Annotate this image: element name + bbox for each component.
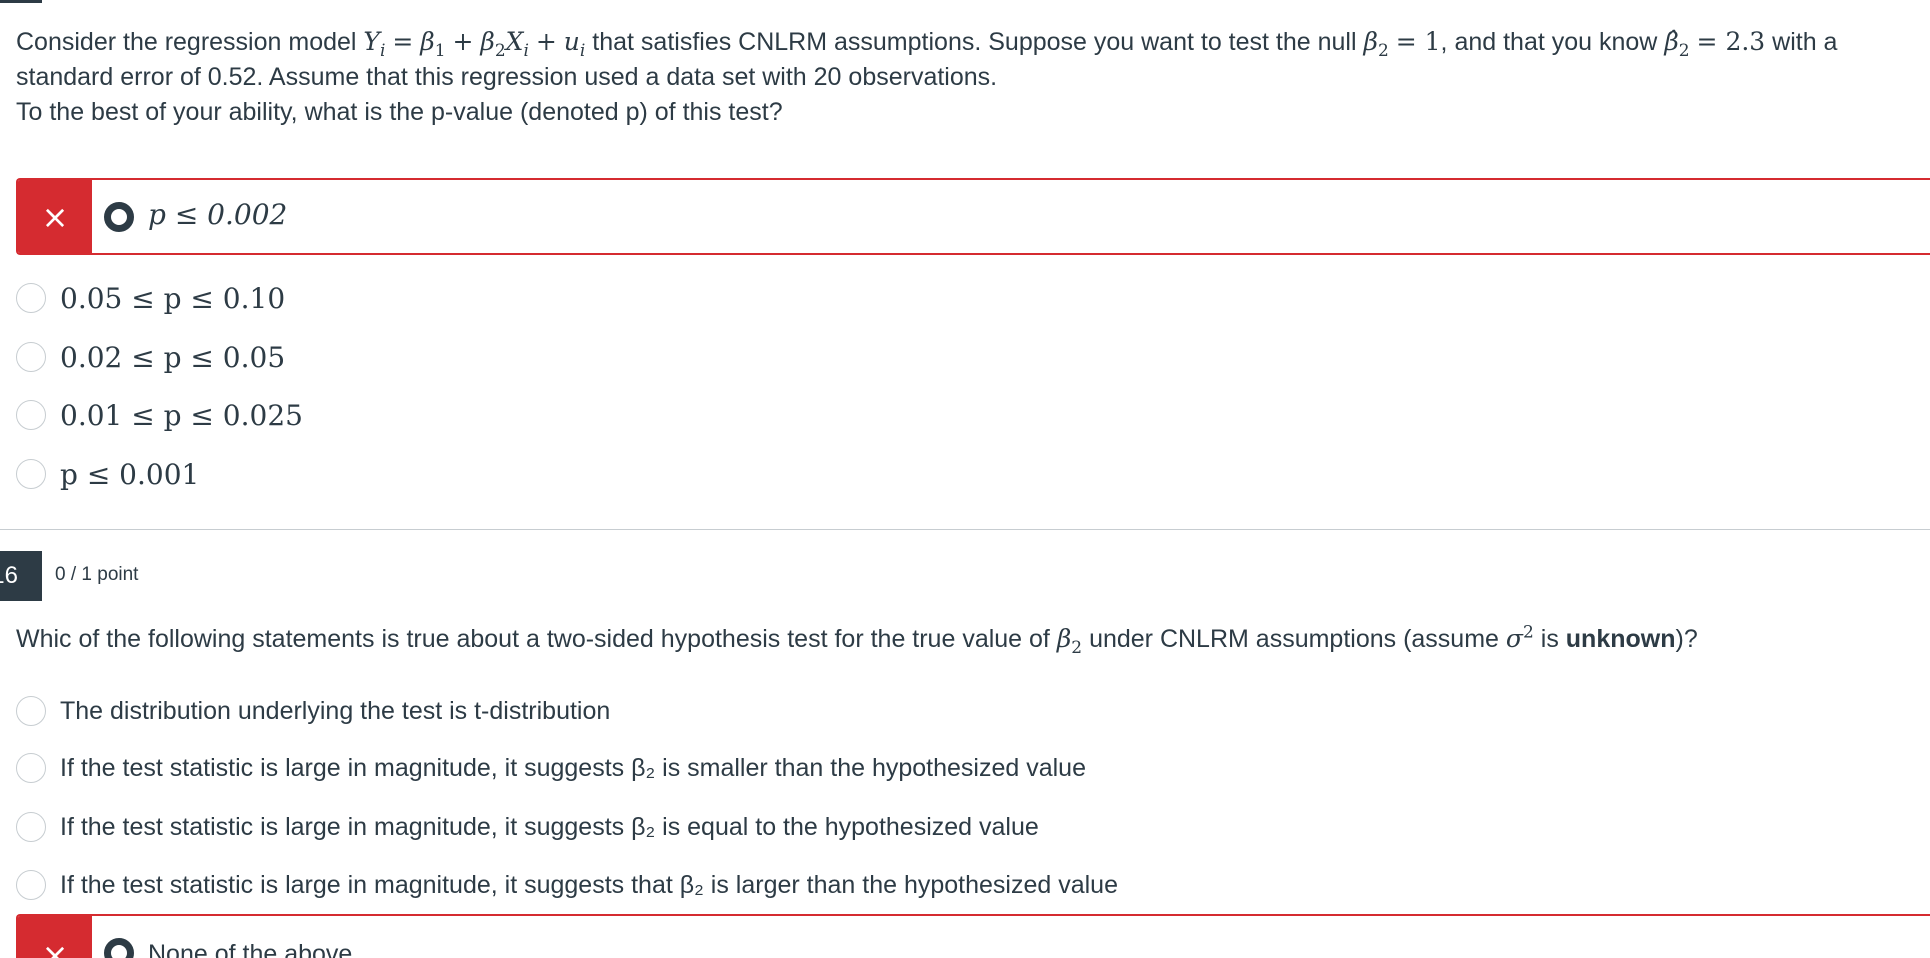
answer-label: The distribution underlying the test is … bbox=[60, 696, 611, 725]
answer-label: 0.05 ≤ p ≤ 0.10 bbox=[60, 281, 286, 315]
answer-label: If the test statistic is large in magnit… bbox=[60, 870, 1118, 899]
regression-model-formula: Yi bbox=[363, 27, 386, 61]
answer-option[interactable]: 0.02 ≤ p ≤ 0.05 bbox=[16, 340, 285, 374]
answer-option[interactable]: If the test statistic is large in magnit… bbox=[16, 751, 1086, 785]
answer-label: None of the above bbox=[148, 940, 353, 958]
radio-icon[interactable] bbox=[16, 459, 46, 489]
radio-selected-icon[interactable] bbox=[104, 202, 134, 232]
radio-icon[interactable] bbox=[16, 812, 46, 842]
radio-icon[interactable] bbox=[16, 400, 46, 430]
question-number-tab-edge bbox=[0, 0, 42, 3]
answer-option[interactable]: 0.01 ≤ p ≤ 0.025 bbox=[16, 398, 303, 432]
question-text: Consider the regression model Yi = β1 + … bbox=[16, 27, 1838, 91]
answer-label: 0.01 ≤ p ≤ 0.025 bbox=[60, 398, 303, 432]
radio-icon[interactable] bbox=[16, 696, 46, 726]
answer-label: If the test statistic is large in magnit… bbox=[60, 753, 1086, 782]
selected-answer-incorrect[interactable]: × p ≤ 0.002 bbox=[16, 178, 1930, 255]
incorrect-x-icon: × bbox=[18, 916, 92, 958]
answer-label: p ≤ 0.001 bbox=[60, 457, 200, 491]
selected-answer-incorrect[interactable]: × None of the above bbox=[16, 914, 1930, 958]
radio-icon[interactable] bbox=[16, 753, 46, 783]
radio-icon[interactable] bbox=[16, 283, 46, 313]
answer-label: 0.02 ≤ p ≤ 0.05 bbox=[60, 340, 286, 374]
answer-label: p ≤ 0.002 bbox=[148, 198, 288, 231]
radio-selected-icon[interactable] bbox=[104, 938, 134, 958]
question-prompt: To the best of your ability, what is the… bbox=[16, 98, 783, 126]
incorrect-x-icon: × bbox=[18, 180, 92, 253]
estimate-formula: β̂2 bbox=[1664, 27, 1690, 61]
question-points: 0 / 1 point bbox=[55, 564, 139, 585]
question-text: Whic of the following statements is true… bbox=[16, 622, 1698, 658]
answer-label: If the test statistic is large in magnit… bbox=[60, 812, 1039, 841]
question-number: 16 bbox=[0, 551, 42, 601]
answer-option[interactable]: If the test statistic is large in magnit… bbox=[16, 868, 1118, 902]
answer-option[interactable]: p ≤ 0.001 bbox=[16, 457, 199, 491]
null-hypothesis-formula: β2 bbox=[1363, 27, 1389, 61]
radio-icon[interactable] bbox=[16, 342, 46, 372]
answer-option[interactable]: 0.05 ≤ p ≤ 0.10 bbox=[16, 281, 285, 315]
question-divider bbox=[0, 529, 1930, 530]
answer-option[interactable]: The distribution underlying the test is … bbox=[16, 694, 610, 728]
radio-icon[interactable] bbox=[16, 870, 46, 900]
answer-option[interactable]: If the test statistic is large in magnit… bbox=[16, 810, 1039, 844]
